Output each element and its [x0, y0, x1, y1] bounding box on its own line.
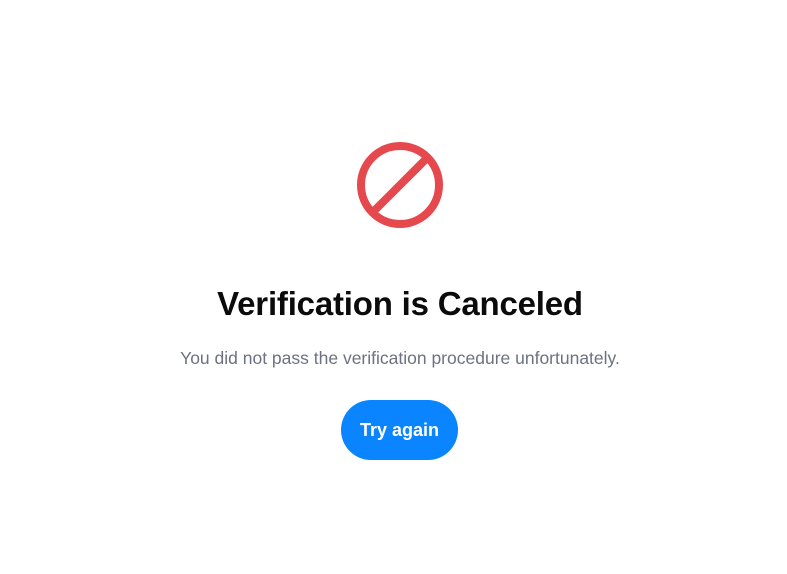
page-title: Verification is Canceled — [217, 285, 583, 322]
try-again-button[interactable]: Try again — [341, 400, 458, 460]
verification-canceled-page: Verification is Canceled You did not pas… — [0, 0, 787, 574]
status-message: You did not pass the verification proced… — [180, 348, 620, 368]
prohibited-icon — [356, 141, 444, 229]
